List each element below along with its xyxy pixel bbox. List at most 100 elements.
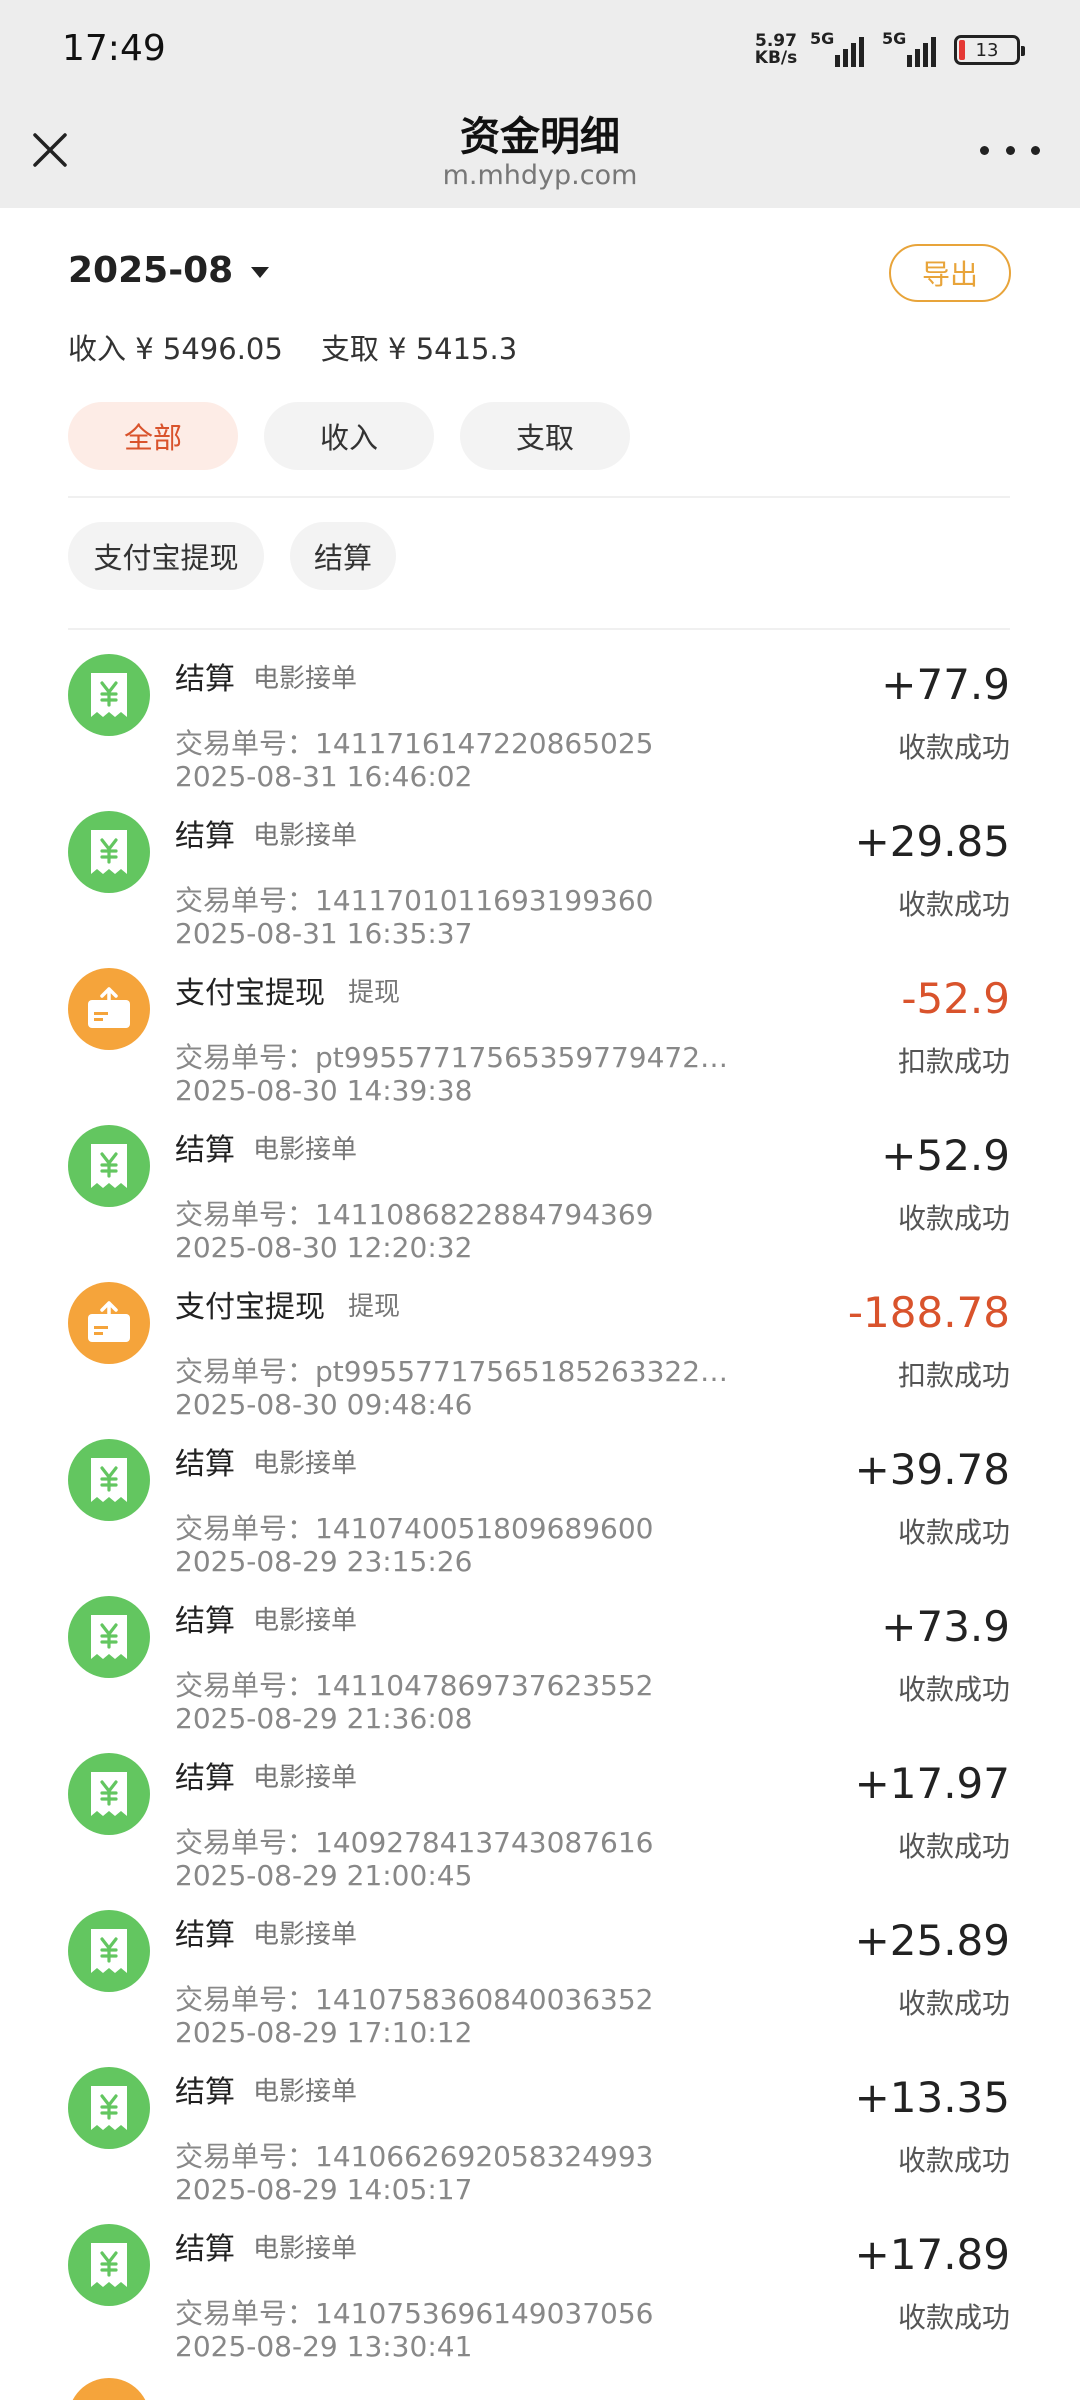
withdraw-icon [88,1301,130,1342]
transaction-amount: +77.9 [881,660,1010,709]
page-title: 资金明细 [460,114,620,160]
settle-avatar [68,1753,150,1835]
transaction-title: 结算 [175,2232,235,2267]
transaction-title: 结算 [175,2075,235,2110]
transaction-id: 交易单号：1410740051809689600 [175,1512,654,1545]
summary: 收入 ¥ 5496.05 支取 ¥ 5415.3 [68,326,517,368]
transaction-time: 2025-08-29 21:36:08 [175,1702,473,1735]
settle-avatar [68,654,150,736]
transaction-status: 收款成功 [897,2301,1010,2334]
filter-alipay-withdraw[interactable]: 支付宝提现 [68,522,264,590]
transaction-status: 收款成功 [897,2144,1010,2177]
settle-avatar [68,2224,150,2306]
battery-level: 13 [975,39,999,61]
transaction-id: 交易单号：1410753696149037056 [175,2297,654,2330]
transaction-status: 收款成功 [897,1830,1010,1863]
receipt-yuan-icon [91,1144,127,1188]
transaction-row[interactable]: 结算 电影接单交易单号：1410758360840036352 2025-08-29… [0,1896,1080,2053]
settle-avatar [68,1439,150,1521]
settle-avatar [68,1596,150,1678]
status-icons: 5.97 KB/s 5G 5G 13 [752,28,1025,72]
transaction-title: 结算 [175,1918,235,1953]
transaction-id: 交易单号：1411716147220865025 [175,727,654,760]
transaction-id: 交易单号：1410662692058324993 [175,2140,654,2173]
transaction-amount: +39.78 [854,1445,1010,1494]
nav-header: 资金明细 m.mhdyp.com [0,100,1080,208]
settle-avatar [68,1910,150,1992]
transaction-row[interactable]: 结算 电影接单 交易单号：1410753696149037056 2025-08-29… [0,2210,1080,2367]
withdraw-avatar [68,1282,150,1364]
transaction-subtype: 电影接单 [253,1606,358,1636]
more-icon [980,145,989,155]
transaction-title: 结算 [175,662,235,697]
transaction-time: 2025-08-30 09:48:46 [175,1388,473,1421]
transaction-row[interactable]: 支付宝提现 提现 交易单号：pt99557717565359779472​7... 2… [0,954,1080,1111]
receipt-yuan-icon [91,2243,127,2287]
transaction-row[interactable]: 结算 电影接单 交易单号：1411716147220865025 2025-08-31… [0,640,1080,797]
transaction-time: 2025-08-29 21:00:45 [175,1859,473,1892]
withdraw-avatar [68,968,150,1050]
filter-withdraw[interactable]: 支取 [460,402,630,470]
transaction-title: 支付宝提现 [175,976,325,1011]
transaction-status: 收款成功 [897,1202,1010,1235]
divider [68,628,1010,630]
filter-income[interactable]: 收入 [264,402,434,470]
category-filter: 支付宝提现 结算 [68,522,396,590]
transaction-amount: +73.9 [881,1602,1010,1651]
transaction-subtype: 提现 [348,978,401,1008]
transaction-amount: +29.85 [854,817,1010,866]
transaction-row[interactable]: 结算 电影接单 交易单号：1410662692058324993 2025-08-29… [0,2053,1080,2210]
transaction-title: 结算 [175,1447,235,1482]
settle-avatar [68,2067,150,2149]
transaction-status: 收款成功 [897,731,1010,764]
filter-settle[interactable]: 结算 [290,522,396,590]
settle-avatar [68,1125,150,1207]
transaction-status: 扣款成功 [897,1045,1010,1078]
transaction-row[interactable]: 支付宝提现 提现交易单号：pt995577175651852633227... 20… [0,1268,1080,1425]
transaction-row[interactable]: 结算 电影接单 交易单号：1411086822884794369 2025-08-30… [0,1111,1080,1268]
transaction-subtype: 电影接单 [253,1135,358,1165]
transaction-subtype: 电影接单 [253,1920,358,1950]
transaction-id: 交易单号：1411086822884794369 [175,1198,654,1231]
receipt-yuan-icon [91,1615,127,1659]
transaction-id: 交易单号：1410758360840036352 [175,1983,654,2016]
more-options-button[interactable] [980,128,1040,172]
transaction-status: 收款成功 [897,1987,1010,2020]
transaction-list: 结算 电影接单 交易单号：1411716147220865025 2025-08-31… [0,640,1080,2367]
transaction-title: 支付宝提现 [175,1290,325,1325]
caret-down-icon [251,267,270,278]
withdraw-icon [88,987,130,1028]
signal-icon: 5G [882,29,944,67]
transaction-row[interactable]: 结算 电影接单 交易单号：1411047869737623552 2025-08-29… [0,1582,1080,1739]
month-label: 2025-08 [68,250,234,291]
signal-label: 5G [810,29,835,48]
transaction-amount: +13.35 [854,2073,1010,2122]
export-button[interactable]: 导出 [889,244,1011,302]
transaction-amount: +17.89 [854,2230,1010,2279]
transaction-row[interactable]: 结算 电影接单交易单号：1410740051809689600 2025-08-29… [0,1425,1080,1582]
transaction-id: 交易单号：pt995577175651852633227... [175,1355,735,1388]
receipt-yuan-icon [91,1929,127,1973]
receipt-yuan-icon [91,2086,127,2130]
signal-icon: 5G [810,29,872,67]
transaction-row[interactable]: 结算 电影接单 交易单号：1409278413743087616 2025-08-29… [0,1739,1080,1896]
transaction-subtype: 提现 [348,1292,401,1322]
transaction-time: 2025-08-30 12:20:32 [175,1231,473,1264]
transaction-subtype: 电影接单 [253,1449,358,1479]
transaction-amount: +17.97 [854,1759,1010,1808]
transaction-status: 收款成功 [897,888,1010,921]
month-selector[interactable]: 2025-08 [68,250,270,291]
transaction-time: 2025-08-29 23:15:26 [175,1545,473,1578]
transaction-time: 2025-08-29 17:10:12 [175,2016,473,2049]
receipt-yuan-icon [91,830,127,874]
transaction-amount: +52.9 [881,1131,1010,1180]
filter-all[interactable]: 全部 [68,402,238,470]
transaction-row[interactable]: 结算 电影接单 交易单号：1411701011693199360 2025-08-31… [0,797,1080,954]
transaction-id: 交易单号：1409278413743087616 [175,1826,654,1859]
transaction-time: 2025-08-31 16:35:37 [175,917,473,950]
transaction-subtype: 电影接单 [253,664,358,694]
transaction-time: 2025-08-29 14:05:17 [175,2173,473,2206]
withdraw-total: 支取 ¥ 5415.3 [320,332,518,366]
transaction-subtype: 电影接单 [253,2234,358,2264]
settle-avatar [68,811,150,893]
